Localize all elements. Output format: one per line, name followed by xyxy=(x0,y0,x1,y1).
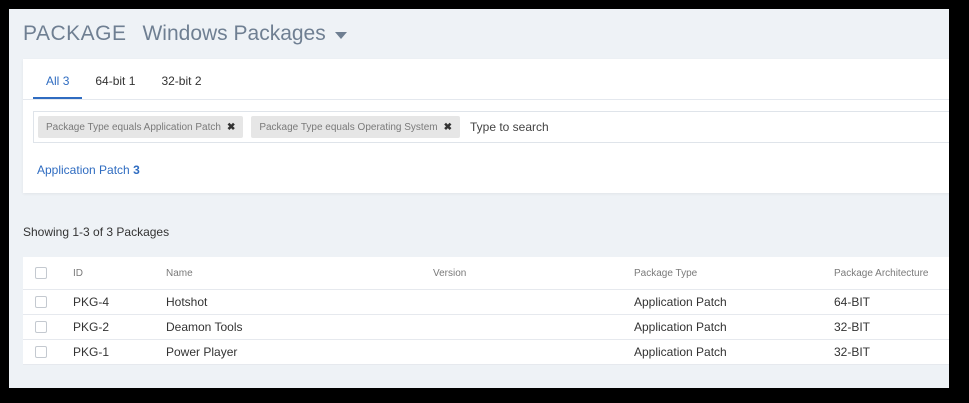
page-title[interactable]: Windows Packages xyxy=(142,22,325,46)
filter-chip-label: Package Type equals Operating System xyxy=(259,121,438,133)
cell-name[interactable]: Hotshot xyxy=(166,290,207,314)
summary-label: Application Patch xyxy=(37,163,130,177)
filter-chip[interactable]: Package Type equals Operating System ✖ xyxy=(251,116,460,138)
summary-link[interactable]: Application Patch 3 xyxy=(37,163,140,177)
filter-chip[interactable]: Package Type equals Application Patch ✖ xyxy=(38,116,244,138)
filter-bar[interactable]: Package Type equals Application Patch ✖ … xyxy=(33,111,949,143)
tab-all[interactable]: All 3 xyxy=(33,59,83,99)
column-header-name[interactable]: Name xyxy=(166,257,193,289)
page-header: PACKAGE Windows Packages xyxy=(23,18,347,50)
tab-count: 3 xyxy=(62,74,70,88)
cell-package-architecture: 32-BIT xyxy=(834,345,871,359)
row-checkbox[interactable] xyxy=(35,296,47,308)
column-header-version[interactable]: Version xyxy=(433,257,466,289)
tab-count: 2 xyxy=(194,74,202,88)
tab-label: 32-bit xyxy=(161,74,192,88)
tab-32-bit[interactable]: 32-bit 2 xyxy=(148,59,214,99)
tab-label: 64-bit xyxy=(95,74,126,88)
cell-name[interactable]: Power Player xyxy=(166,340,237,364)
filter-card: All 3 64-bit 1 32-bit 2 Package Type equ… xyxy=(23,59,949,193)
tab-64-bit[interactable]: 64-bit 1 xyxy=(82,59,148,99)
tab-count: 1 xyxy=(128,74,136,88)
cell-package-architecture: 32-BIT xyxy=(834,320,871,334)
cell-id[interactable]: PKG-2 xyxy=(73,315,109,339)
app-window: PACKAGE Windows Packages All 3 64-bit 1 … xyxy=(9,9,949,388)
tab-divider xyxy=(23,99,949,100)
table-row[interactable]: PKG-2 Deamon Tools Application Patch 32-… xyxy=(23,315,949,340)
column-header-package-architecture[interactable]: Package Architecture xyxy=(834,257,929,289)
cell-package-architecture: 64-BIT xyxy=(834,295,871,309)
select-all-checkbox[interactable] xyxy=(35,267,47,279)
cell-package-type: Application Patch xyxy=(634,345,727,359)
close-icon[interactable]: ✖ xyxy=(444,122,452,133)
caret-down-icon[interactable] xyxy=(334,31,347,39)
packages-table: ID Name Version Package Type Package Arc… xyxy=(23,257,949,365)
search-input[interactable] xyxy=(467,119,772,135)
table-row[interactable]: PKG-1 Power Player Application Patch 32-… xyxy=(23,340,949,365)
filter-chip-label: Package Type equals Application Patch xyxy=(46,121,221,133)
cell-id[interactable]: PKG-4 xyxy=(73,290,109,314)
row-checkbox[interactable] xyxy=(35,346,47,358)
tab-bar: All 3 64-bit 1 32-bit 2 xyxy=(33,59,215,99)
column-header-package-type[interactable]: Package Type xyxy=(634,257,697,289)
tab-label: All xyxy=(46,74,60,88)
table-row[interactable]: PKG-4 Hotshot Application Patch 64-BIT xyxy=(23,290,949,315)
cell-name[interactable]: Deamon Tools xyxy=(166,315,243,339)
module-label: PACKAGE xyxy=(23,22,127,45)
close-icon[interactable]: ✖ xyxy=(227,122,235,133)
summary-count: 3 xyxy=(133,163,140,177)
cell-package-type: Application Patch xyxy=(634,320,727,334)
cell-package-type: Application Patch xyxy=(634,295,727,309)
row-checkbox[interactable] xyxy=(35,321,47,333)
results-count: Showing 1-3 of 3 Packages xyxy=(23,225,170,239)
table-header: ID Name Version Package Type Package Arc… xyxy=(23,257,949,290)
column-header-id[interactable]: ID xyxy=(73,257,83,289)
cell-id[interactable]: PKG-1 xyxy=(73,340,109,364)
